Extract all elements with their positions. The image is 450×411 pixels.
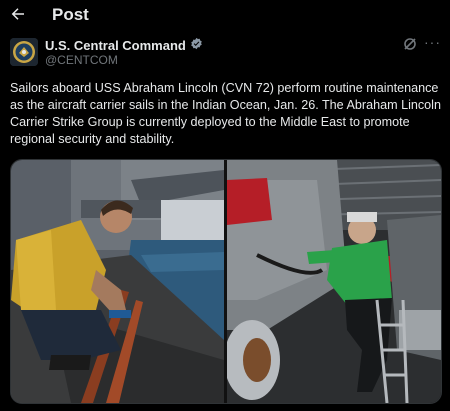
author-name[interactable]: U.S. Central Command [45,37,203,53]
verified-badge-icon [190,37,203,53]
author-name-label: U.S. Central Command [45,37,186,53]
author-handle[interactable]: @CENTCOM [45,53,118,67]
back-arrow-icon[interactable] [8,4,28,24]
photo-sailor-green-shirt[interactable] [224,160,441,403]
top-bar: Post [0,0,450,30]
photo-sailor-yellow-vest[interactable] [11,160,224,403]
more-options-icon[interactable]: ··· [424,35,442,52]
grok-icon[interactable] [402,36,418,52]
media-grid [10,159,442,404]
tweet-text: Sailors aboard USS Abraham Lincoln (CVN … [10,81,441,146]
avatar[interactable] [10,38,38,66]
page-title: Post [52,5,89,24]
